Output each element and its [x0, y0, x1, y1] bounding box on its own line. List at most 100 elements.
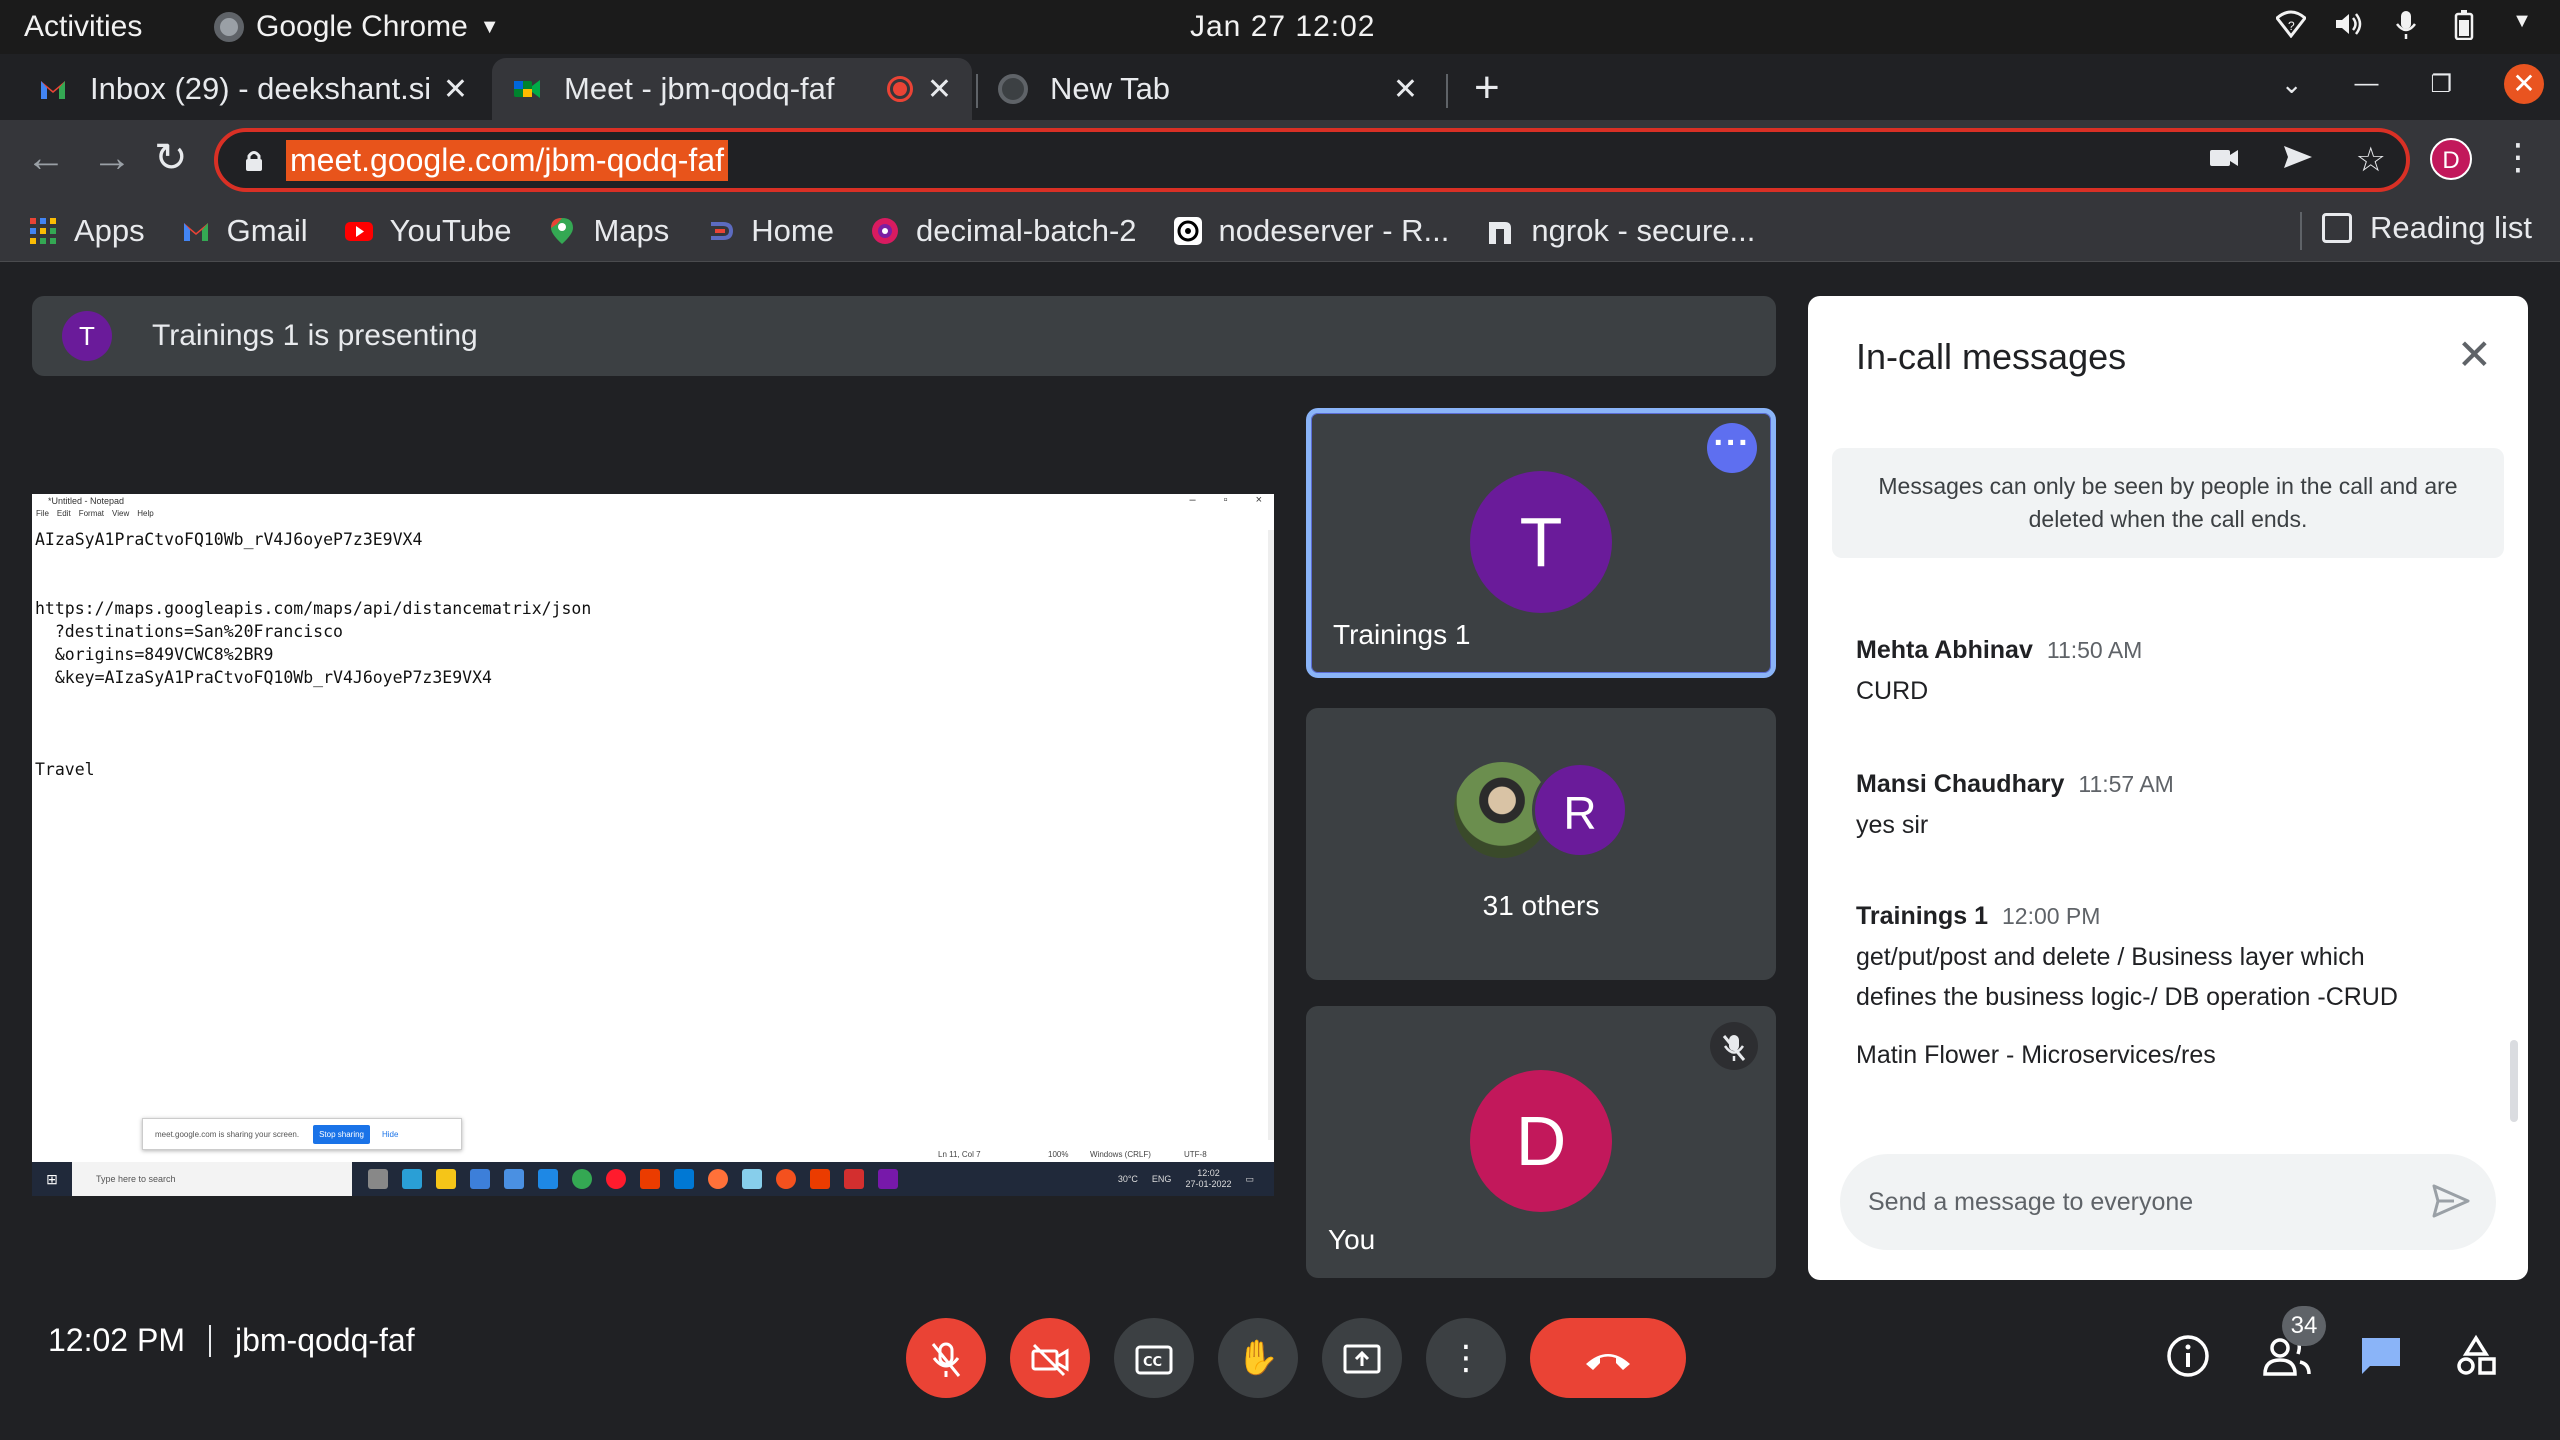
bookmark-decimal-batch[interactable]: decimal-batch-2: [870, 213, 1137, 249]
wifi-icon: ?: [2274, 10, 2308, 40]
profile-avatar[interactable]: D: [2430, 138, 2472, 180]
meeting-info: 12:02 PM jbm-qodq-faf: [48, 1322, 415, 1359]
notification-icon: ▭: [1245, 1173, 1254, 1184]
send-tab-icon[interactable]: [2282, 140, 2314, 183]
activities-button[interactable]: Activities: [24, 10, 142, 44]
bookmark-label: Maps: [593, 212, 670, 248]
app-icon: [470, 1169, 490, 1189]
message-time: 11:50 AM: [2046, 637, 2143, 663]
chat-icon[interactable]: [2358, 1334, 2404, 1388]
close-tab-icon[interactable]: ✕: [927, 72, 952, 107]
tab-google-meet[interactable]: Meet - jbm-qodq-faf ✕: [492, 58, 972, 120]
reading-list-label: Reading list: [2370, 210, 2532, 245]
hide-button: Hide: [382, 1129, 399, 1139]
reading-list-icon: [2322, 213, 2353, 243]
message-sender: Mehta Abhinav: [1856, 636, 2033, 664]
chat-message: Mehta Abhinav 11:50 AM CURD: [1856, 636, 2476, 711]
forward-arrow-icon[interactable]: →: [92, 136, 132, 180]
activities-icon[interactable]: [2454, 1334, 2498, 1388]
present-screen-button[interactable]: [1322, 1318, 1402, 1398]
reading-list-button[interactable]: Reading list: [2322, 210, 2532, 246]
share-notice-text: meet.google.com is sharing your screen.: [155, 1129, 300, 1139]
bookmark-maps[interactable]: Maps: [547, 213, 669, 249]
bookmark-label: Gmail: [226, 212, 308, 248]
address-bar[interactable]: meet.google.com/jbm-qodq-faf ☆: [214, 128, 2410, 192]
bookmark-youtube[interactable]: YouTube: [344, 213, 511, 249]
bookmark-star-icon[interactable]: ☆: [2356, 140, 2386, 183]
bookmark-gmail[interactable]: Gmail: [181, 213, 308, 249]
participant-tile-trainings[interactable]: ··· T Trainings 1: [1306, 408, 1776, 678]
tab-new-tab[interactable]: New Tab ✕: [978, 58, 1438, 120]
reload-icon[interactable]: ↻: [154, 136, 188, 180]
notepad-title: *Untitled - Notepad: [48, 496, 125, 506]
leave-call-button[interactable]: [1530, 1318, 1686, 1398]
bookmark-label: Home: [751, 212, 834, 248]
minimize-icon[interactable]: —: [2354, 70, 2378, 98]
office-icon: [810, 1169, 830, 1189]
close-icon[interactable]: ✕: [2457, 330, 2492, 379]
url-text[interactable]: meet.google.com/jbm-qodq-faf: [286, 140, 728, 181]
camera-in-use-icon[interactable]: [2208, 140, 2240, 183]
taskbar-language: ENG: [1151, 1174, 1172, 1184]
chat-scrollbar[interactable]: [2510, 1040, 2518, 1122]
apps-grid-icon: [30, 217, 56, 244]
notepad-menu-item: Help: [137, 509, 154, 518]
window-controls: ⌄ — ❐ ✕: [2281, 64, 2544, 104]
chrome-menu-icon[interactable]: ⋮: [2500, 136, 2536, 178]
os-top-bar: Activities Google Chrome ▼ Jan 27 12:02 …: [0, 0, 2560, 54]
bookmarks-divider: [2300, 212, 2302, 250]
message-text: Matin Flower - Microservices/res: [1856, 1041, 2216, 1069]
message-text: get/put/post and delete / Business layer…: [1856, 943, 2398, 1011]
chat-message-input[interactable]: [1868, 1178, 2388, 1226]
mail-icon: [504, 1169, 524, 1189]
hand-icon: ✋: [1236, 1339, 1280, 1377]
gmail-icon: [41, 81, 65, 99]
close-tab-icon[interactable]: ✕: [1393, 72, 1418, 107]
system-tray[interactable]: ? ▼: [2274, 10, 2536, 41]
notepad-content: AIzaSyA1PraCtvoFQ10Wb_rV4J6oyeP7z3E9VX4 …: [35, 530, 592, 779]
notepad-menu-item: Edit: [56, 509, 71, 518]
home-logo-icon: [711, 221, 734, 240]
bookmark-ngrok[interactable]: ngrok - secure...: [1485, 213, 1755, 249]
participant-tile-others[interactable]: R 31 others: [1306, 708, 1776, 980]
raise-hand-button[interactable]: ✋: [1218, 1318, 1298, 1398]
opera-icon: [606, 1169, 626, 1189]
taskbar-search: Type here to search: [72, 1162, 352, 1196]
bookmark-apps[interactable]: Apps: [28, 213, 145, 249]
app-menu[interactable]: Google Chrome ▼: [214, 10, 500, 44]
status-encoding: UTF-8: [1184, 1150, 1207, 1159]
windows-start-icon: ⊞: [46, 1170, 58, 1187]
tab-search-chevron-icon[interactable]: ⌄: [2281, 69, 2303, 100]
bookmark-home[interactable]: Home: [705, 213, 834, 249]
microphone-toggle-button[interactable]: [906, 1318, 986, 1398]
windows-taskbar: ⊞ Type here to search 30°C ENG 12:02 27-…: [32, 1162, 1274, 1196]
more-options-icon[interactable]: ···: [1707, 423, 1757, 473]
bookmark-nodeserver[interactable]: nodeserver - R...: [1173, 213, 1449, 249]
back-arrow-icon[interactable]: ←: [26, 136, 66, 180]
message-text: CURD: [1856, 677, 1929, 705]
system-clock[interactable]: Jan 27 12:02: [1190, 10, 1375, 44]
chat-compose: [1840, 1154, 2496, 1250]
mic-off-icon: [1710, 1022, 1758, 1070]
close-window-icon[interactable]: ✕: [2504, 64, 2544, 104]
google-meet-icon: [514, 80, 540, 98]
chat-message: Mansi Chaudhary 11:57 AM yes sir: [1856, 770, 2476, 845]
send-icon[interactable]: [2430, 1180, 2472, 1222]
camera-toggle-button[interactable]: [1010, 1318, 1090, 1398]
captions-button[interactable]: CC: [1114, 1318, 1194, 1398]
notepad-status-bar: Ln 11, Col 7 100% Windows (CRLF) UTF-8: [32, 1148, 1274, 1162]
more-options-button[interactable]: ⋮: [1426, 1318, 1506, 1398]
app-icon: [674, 1169, 694, 1189]
new-tab-button[interactable]: +: [1474, 66, 1500, 110]
bookmark-label: decimal-batch-2: [915, 212, 1137, 248]
tab-gmail-inbox[interactable]: Inbox (29) - deekshant.sin ✕: [18, 58, 488, 120]
participant-name: Trainings 1: [1333, 619, 1471, 650]
divider: [208, 1324, 211, 1357]
restore-icon[interactable]: ❐: [2430, 70, 2452, 99]
meeting-code: jbm-qodq-faf: [234, 1322, 415, 1358]
chat-privacy-note: Messages can only be seen by people in t…: [1832, 448, 2504, 558]
meeting-details-icon[interactable]: [2166, 1334, 2210, 1388]
participant-tile-you[interactable]: D You: [1306, 1006, 1776, 1278]
participant-avatar: T: [1470, 471, 1612, 613]
close-tab-icon[interactable]: ✕: [443, 72, 468, 107]
